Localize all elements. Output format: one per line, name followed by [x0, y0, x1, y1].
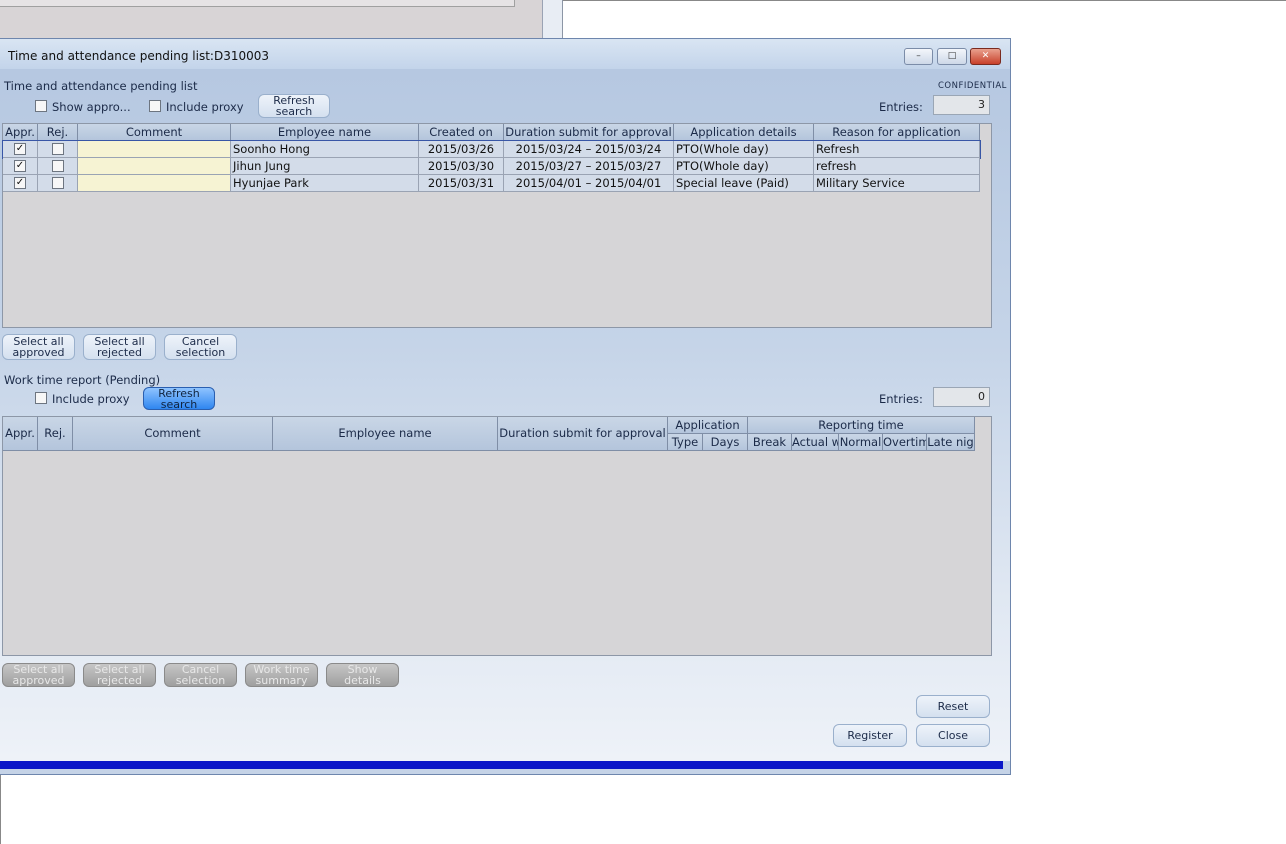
pending-list-window: Time and attendance pending list:D310003…: [0, 38, 1011, 775]
worktime-section-title: Work time report (Pending): [4, 373, 161, 387]
column-header-appr[interactable]: Appr.: [3, 124, 38, 141]
wt-column-header-days[interactable]: Days: [703, 434, 748, 451]
maximize-button[interactable]: □: [937, 48, 967, 65]
include-proxy-checkbox[interactable]: [149, 100, 161, 112]
column-header-details[interactable]: Application details: [674, 124, 814, 141]
title-bar: Time and attendance pending list:D310003…: [0, 39, 1010, 69]
window-client-area: Time and attendance pending list CONFIDE…: [0, 69, 1010, 761]
background-window-header-strip: [0, 0, 515, 7]
show-details-button[interactable]: Show details: [326, 663, 399, 687]
wt-select-all-approved-button[interactable]: Select all approved: [2, 663, 75, 687]
close-window-button[interactable]: ✕: [970, 48, 1001, 65]
wt-column-header-normal[interactable]: Normal: [839, 434, 883, 451]
approve-cell[interactable]: ✓: [3, 141, 38, 158]
wt-column-header-reporting-time[interactable]: Reporting time: [748, 417, 975, 434]
approve-checkbox[interactable]: ✓: [14, 177, 26, 189]
reason-cell: refresh: [814, 158, 980, 175]
worktime-grid: Appr. Rej. Comment Employee name Duratio…: [2, 416, 992, 656]
wt-column-header-comment[interactable]: Comment: [73, 417, 273, 451]
worktime-entries-label: Entries:: [879, 392, 923, 406]
worktime-refresh-search-button[interactable]: Refresh search: [143, 387, 215, 410]
table-row[interactable]: ✓ Jihun Jung 2015/03/30 2015/03/27 – 201…: [3, 158, 980, 175]
wt-column-header-duration[interactable]: Duration submit for approval: [498, 417, 668, 451]
reject-cell[interactable]: [38, 141, 78, 158]
register-button[interactable]: Register: [833, 724, 907, 747]
select-all-rejected-button[interactable]: Select all rejected: [83, 334, 156, 360]
confidential-label: CONFIDENTIAL: [938, 81, 1007, 91]
column-header-rej[interactable]: Rej.: [38, 124, 78, 141]
reject-cell[interactable]: [38, 158, 78, 175]
details-cell: PTO(Whole day): [674, 158, 814, 175]
wt-column-header-type[interactable]: Type: [668, 434, 703, 451]
refresh-search-button[interactable]: Refresh search: [258, 94, 330, 118]
comment-cell[interactable]: [78, 158, 231, 175]
worktime-entries-count: 0: [933, 387, 990, 407]
pending-section-title: Time and attendance pending list: [4, 79, 198, 93]
reject-checkbox[interactable]: [51, 177, 64, 189]
created-on-cell: 2015/03/30: [419, 158, 504, 175]
reason-cell: Military Service: [814, 175, 980, 192]
entries-label: Entries:: [879, 100, 923, 114]
cancel-selection-button[interactable]: Cancel selection: [164, 334, 237, 360]
wt-column-header-rej[interactable]: Rej.: [38, 417, 73, 451]
background-window-border-left: [0, 775, 1, 844]
table-row[interactable]: ✓ Soonho Hong 2015/03/26 2015/03/24 – 20…: [2, 140, 981, 159]
wt-column-header-actual[interactable]: Actual w: [792, 434, 839, 451]
show-approved-label: Show appro...: [52, 100, 131, 114]
column-header-reason[interactable]: Reason for application: [814, 124, 980, 141]
wt-column-header-overtime[interactable]: Overtim: [883, 434, 927, 451]
approve-cell[interactable]: ✓: [3, 158, 38, 175]
reject-checkbox[interactable]: [51, 143, 64, 155]
reason-cell: Refresh: [814, 141, 980, 158]
wt-cancel-selection-button[interactable]: Cancel selection: [164, 663, 237, 687]
status-bar: [0, 761, 1003, 769]
duration-cell: 2015/03/27 – 2015/03/27: [504, 158, 674, 175]
details-cell: Special leave (Paid): [674, 175, 814, 192]
reject-cell[interactable]: [38, 175, 78, 192]
background-window-edge: [543, 0, 563, 40]
table-row[interactable]: ✓ Hyunjae Park 2015/03/31 2015/04/01 – 2…: [3, 175, 980, 192]
details-cell: PTO(Whole day): [674, 141, 814, 158]
work-time-summary-button[interactable]: Work time summary: [245, 663, 318, 687]
select-all-approved-button[interactable]: Select all approved: [2, 334, 75, 360]
column-header-created[interactable]: Created on: [419, 124, 504, 141]
include-proxy-label: Include proxy: [166, 100, 244, 114]
wt-column-header-break[interactable]: Break: [748, 434, 792, 451]
approve-checkbox[interactable]: ✓: [14, 160, 26, 172]
wt-column-header-application[interactable]: Application: [668, 417, 748, 434]
created-on-cell: 2015/03/31: [419, 175, 504, 192]
entries-count: 3: [933, 95, 990, 115]
employee-name-cell: Jihun Jung: [231, 158, 419, 175]
reset-button[interactable]: Reset: [916, 695, 990, 718]
column-header-duration[interactable]: Duration submit for approval: [504, 124, 674, 141]
show-approved-checkbox[interactable]: [35, 100, 47, 112]
reject-checkbox[interactable]: [51, 160, 64, 172]
duration-cell: 2015/03/24 – 2015/03/24: [504, 141, 674, 158]
employee-name-cell: Soonho Hong: [231, 141, 419, 158]
worktime-include-proxy-checkbox[interactable]: [35, 392, 47, 404]
window-title: Time and attendance pending list:D310003: [8, 49, 270, 63]
wt-column-header-appr[interactable]: Appr.: [3, 417, 38, 451]
pending-grid: Appr. Rej. Comment Employee name Created…: [2, 123, 992, 328]
comment-cell[interactable]: [78, 175, 231, 192]
worktime-include-proxy-label: Include proxy: [52, 392, 130, 406]
background-window-border: [563, 0, 1286, 1]
wt-column-header-late-night[interactable]: Late nig: [927, 434, 975, 451]
wt-column-header-employee[interactable]: Employee name: [273, 417, 498, 451]
close-button[interactable]: Close: [916, 724, 990, 747]
column-header-employee[interactable]: Employee name: [231, 124, 419, 141]
employee-name-cell: Hyunjae Park: [231, 175, 419, 192]
wt-select-all-rejected-button[interactable]: Select all rejected: [83, 663, 156, 687]
column-header-comment[interactable]: Comment: [78, 124, 231, 141]
duration-cell: 2015/04/01 – 2015/04/01: [504, 175, 674, 192]
approve-checkbox[interactable]: ✓: [14, 143, 26, 155]
comment-cell[interactable]: [78, 141, 231, 158]
minimize-button[interactable]: –: [904, 48, 933, 65]
approve-cell[interactable]: ✓: [3, 175, 38, 192]
created-on-cell: 2015/03/26: [419, 141, 504, 158]
